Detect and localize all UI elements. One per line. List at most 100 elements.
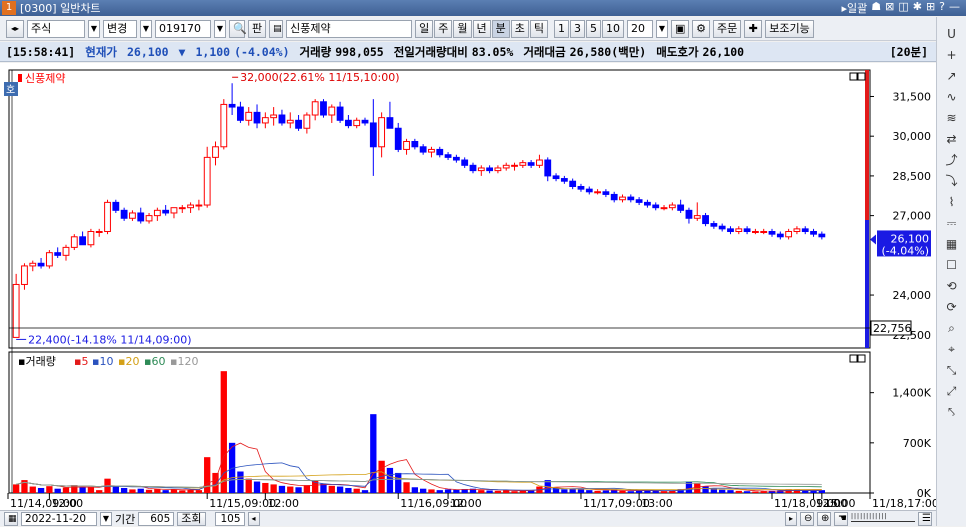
arrow-icon[interactable]: ⤣	[941, 403, 963, 422]
interval-button-3[interactable]: 10	[602, 19, 624, 38]
market-type-dropdown-icon[interactable]: ▼	[88, 19, 100, 38]
window-control-2[interactable]: ⊠	[885, 0, 894, 16]
period-button-2[interactable]: 월	[453, 19, 472, 38]
interval-dropdown-icon[interactable]: ▼	[656, 19, 668, 38]
search-icon[interactable]: 🔍	[229, 19, 247, 38]
period-input[interactable]: 605	[138, 511, 175, 526]
list-icon[interactable]: ▤	[269, 19, 284, 38]
stock-code-dropdown-icon[interactable]: ▼	[214, 19, 226, 38]
nav-arrows-button[interactable]: ◂▸	[6, 19, 24, 38]
candle-body	[461, 159, 469, 166]
price-tick-label: 30,000	[893, 130, 932, 143]
fork-icon[interactable]: ⌇	[941, 193, 963, 212]
layout-icon[interactable]: ☰	[918, 511, 932, 526]
window-control-4[interactable]: ✱	[913, 0, 922, 16]
x-tick-label: 11/18,17:00	[872, 497, 936, 510]
box-icon[interactable]: ☐	[941, 256, 963, 275]
study-icon[interactable]: ≋	[941, 109, 963, 128]
zoom-in-icon[interactable]: ⊕	[817, 511, 831, 526]
window-control-0[interactable]: ▸일괄	[841, 0, 867, 16]
quote-info-bar: [15:58:41] 현재가 26,100 ▼ 1,100 (-4.04%) 거…	[0, 42, 936, 62]
target-icon[interactable]: ⌖	[941, 340, 963, 359]
x-tick-label: 13:00	[641, 497, 673, 510]
price-legend-swatch	[18, 74, 22, 82]
window-control-6[interactable]: ?	[939, 0, 945, 16]
stock-code-input[interactable]: 019170	[155, 19, 211, 38]
candle-body	[419, 146, 427, 153]
interval-button-2[interactable]: 5	[586, 19, 601, 38]
swap-icon[interactable]: ⇄	[941, 130, 963, 149]
volume-bar	[145, 489, 153, 493]
hand-icon[interactable]: ☚	[834, 511, 848, 526]
interval-button-1[interactable]: 3	[570, 19, 585, 38]
price-tick-label: 24,000	[893, 289, 932, 302]
date-dropdown-icon[interactable]: ▼	[100, 511, 112, 526]
fall-icon[interactable]: ⤵	[941, 172, 963, 191]
candle-body	[519, 162, 527, 166]
grid-icon[interactable]: ▦	[941, 235, 963, 254]
interval-input[interactable]: 20	[627, 19, 653, 38]
window-control-1[interactable]: ☗	[871, 0, 881, 16]
aux-function-button[interactable]: 보조기능	[765, 19, 814, 38]
calendar-icon[interactable]: ▦	[4, 511, 18, 526]
candle-body	[502, 164, 510, 169]
scroll-left-icon[interactable]: ◂	[247, 511, 260, 526]
market-type-select[interactable]: 주식	[27, 19, 85, 38]
volume-bar	[411, 487, 419, 493]
candle-body	[594, 191, 601, 194]
user-icon[interactable]: U	[941, 25, 963, 44]
volume-bar	[727, 490, 734, 493]
settings-icon[interactable]: ⚙	[692, 19, 710, 38]
volume-bar	[361, 490, 369, 493]
volume-legend-label: ▪거래량	[18, 355, 56, 368]
change-dropdown-icon[interactable]: ▼	[140, 19, 152, 38]
ray-icon[interactable]: ⤢	[941, 382, 963, 401]
current-pct-tag: (-4.04%)	[882, 244, 930, 257]
volume-bar	[187, 489, 194, 493]
candle-body	[810, 231, 817, 235]
period-button-5[interactable]: 초	[510, 19, 529, 38]
window-controls[interactable]: ▸일괄 ☗ ⊠ ◫ ✱ ⊞? —	[841, 0, 966, 16]
x-tick-label: 11/17,09:00	[583, 497, 650, 510]
rise-icon[interactable]: ⤴	[941, 151, 963, 170]
magnify-icon[interactable]: ⌕	[941, 319, 963, 338]
tool-icon[interactable]: +	[941, 46, 963, 65]
candle-body	[145, 215, 153, 222]
undo-icon[interactable]: ⟲	[941, 277, 963, 296]
query-button[interactable]: 조회	[177, 511, 206, 526]
zoom-out-icon[interactable]: ⊖	[800, 511, 814, 526]
date-input[interactable]: 2022-11-20	[21, 511, 97, 526]
stock-name-field[interactable]: 신풍제약	[286, 19, 413, 38]
count-input[interactable]: 105	[214, 511, 245, 526]
candle-body	[727, 228, 734, 233]
window-control-5[interactable]: ⊞	[926, 0, 935, 16]
level-icon[interactable]: ⎓	[941, 214, 963, 233]
volume-ma-legend: ▪20	[118, 355, 139, 368]
price-tick-label: 27,000	[893, 210, 932, 223]
scroll-right-icon[interactable]: ▸	[785, 511, 797, 526]
window-control-3[interactable]: ◫	[898, 0, 908, 16]
wave-icon[interactable]: ∿	[941, 88, 963, 107]
change-select[interactable]: 변경	[103, 19, 137, 38]
save-icon[interactable]: ▣	[671, 19, 689, 38]
order-button[interactable]: 주문	[713, 19, 742, 38]
trend-icon[interactable]: ↗	[941, 67, 963, 86]
window-control-7[interactable]: —	[949, 0, 960, 16]
pan-button[interactable]: 판	[248, 19, 267, 38]
period-button-3[interactable]: 년	[472, 19, 491, 38]
chart-svg[interactable]: 31,50030,00028,50027,00024,00022,5001,40…	[0, 63, 939, 510]
line-icon[interactable]: ⤡	[941, 361, 963, 380]
period-button-0[interactable]: 일	[415, 19, 434, 38]
redo-icon[interactable]: ⟳	[941, 298, 963, 317]
crosshair-icon[interactable]: ✚	[744, 19, 763, 38]
candle-body	[411, 140, 419, 148]
period-button-4[interactable]: 분	[491, 19, 510, 38]
interval-button-0[interactable]: 1	[554, 19, 569, 38]
candle-body	[195, 204, 203, 207]
period-button-1[interactable]: 주	[434, 19, 453, 38]
chart-area[interactable]: 31,500 30,000 28,500 27,000 24,000 22,500 1,40…	[0, 63, 939, 510]
candle-body	[220, 103, 228, 148]
zoom-slider[interactable]: ||||||||||||	[851, 512, 915, 522]
period-button-6[interactable]: 틱	[529, 19, 548, 38]
candle-body	[104, 201, 111, 233]
